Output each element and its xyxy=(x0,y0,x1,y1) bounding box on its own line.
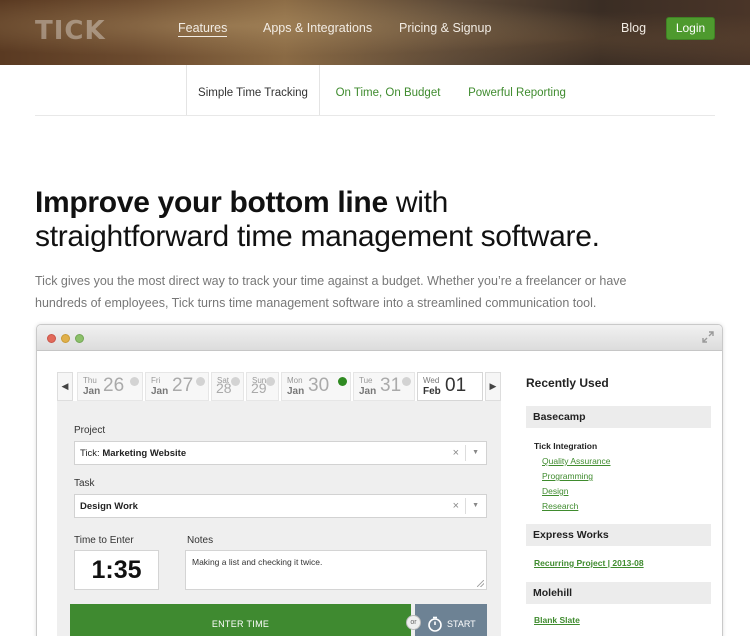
minimize-window-icon[interactable] xyxy=(61,334,70,343)
day-month: Jan xyxy=(287,386,305,397)
day-month: Feb xyxy=(423,386,441,397)
day-month: Jan xyxy=(83,386,101,397)
recent-link-design[interactable]: Design xyxy=(542,486,568,496)
project-name: Marketing Website xyxy=(102,448,187,459)
window-titlebar xyxy=(37,325,722,351)
tick-logo[interactable]: TICK xyxy=(35,16,106,46)
recent-link-blank-slate[interactable]: Blank Slate xyxy=(534,615,580,625)
project-select[interactable]: Tick: Marketing Website × ▼ xyxy=(74,441,487,465)
tab-powerful-reporting[interactable]: Powerful Reporting xyxy=(460,65,574,116)
recent-subgroup: Tick Integration xyxy=(534,441,598,451)
status-dot xyxy=(130,377,139,386)
recent-link-quality-assurance[interactable]: Quality Assurance xyxy=(542,456,611,466)
day-number: 01 xyxy=(445,375,467,396)
task-value: Design Work xyxy=(80,501,138,512)
day-wed-01[interactable]: Wed Feb 01 xyxy=(417,372,483,401)
login-button[interactable]: Login xyxy=(666,17,715,40)
notes-textarea[interactable]: Making a list and checking it twice. xyxy=(185,550,487,590)
status-dot-active xyxy=(338,377,347,386)
day-number: 27 xyxy=(172,375,194,396)
clear-icon[interactable]: × xyxy=(453,447,459,459)
day-thu-26[interactable]: Thu Jan 26 xyxy=(77,372,143,401)
day-tue-31[interactable]: Tue Jan 31 xyxy=(353,372,415,401)
day-number: 26 xyxy=(103,375,125,396)
title-line2: straightforward time management software… xyxy=(35,220,600,253)
day-number: 30 xyxy=(308,375,330,396)
day-dow: Mon xyxy=(287,376,303,385)
day-dow: Wed xyxy=(423,376,440,385)
status-dot xyxy=(196,377,205,386)
nav-blog[interactable]: Blog xyxy=(621,21,646,35)
app-window-preview: ◀ Thu Jan 26 Fri Jan 27 Sat 28 Sun 29 Mo… xyxy=(36,324,723,636)
enter-time-button[interactable]: ENTER TIME xyxy=(70,604,411,636)
start-timer-button[interactable]: START xyxy=(415,604,487,636)
notes-label: Notes xyxy=(187,535,214,546)
task-select[interactable]: Design Work × ▼ xyxy=(74,494,487,518)
time-label: Time to Enter xyxy=(74,535,134,546)
recent-link-research[interactable]: Research xyxy=(542,501,578,511)
day-number: 29 xyxy=(251,380,267,396)
tab-simple-time-tracking[interactable]: Simple Time Tracking xyxy=(186,65,320,116)
or-separator: or xyxy=(406,615,421,630)
prev-day-button[interactable]: ◀ xyxy=(57,372,73,401)
clear-icon[interactable]: × xyxy=(453,500,459,512)
project-label: Project xyxy=(74,425,106,436)
project-prefix: Tick: xyxy=(80,448,103,459)
start-label: START xyxy=(447,619,476,629)
day-fri-27[interactable]: Fri Jan 27 xyxy=(145,372,209,401)
stopwatch-icon xyxy=(428,616,442,632)
project-value: Tick: Marketing Website xyxy=(80,448,186,459)
day-mon-30[interactable]: Mon Jan 30 xyxy=(281,372,351,401)
task-label: Task xyxy=(74,478,95,489)
hero-description: Tick gives you the most direct way to tr… xyxy=(35,274,627,310)
day-dow: Fri xyxy=(151,376,161,385)
select-divider xyxy=(465,445,466,461)
site-header: TICK Features Apps & Integrations Pricin… xyxy=(0,0,750,65)
day-month: Jan xyxy=(359,386,377,397)
day-dow: Thu xyxy=(83,376,97,385)
close-window-icon[interactable] xyxy=(47,334,56,343)
day-dow: Tue xyxy=(359,376,373,385)
time-input[interactable]: 1:35 xyxy=(74,550,159,590)
day-sun-29[interactable]: Sun 29 xyxy=(246,372,279,401)
recent-group-molehill: Molehill xyxy=(526,582,711,604)
notes-value: Making a list and checking it twice. xyxy=(192,557,323,567)
nav-apps-integrations[interactable]: Apps & Integrations xyxy=(263,21,372,35)
select-divider xyxy=(465,498,466,514)
day-selector: ◀ Thu Jan 26 Fri Jan 27 Sat 28 Sun 29 Mo… xyxy=(57,372,501,401)
chevron-down-icon[interactable]: ▼ xyxy=(472,502,479,509)
zoom-window-icon[interactable] xyxy=(75,334,84,343)
nav-features[interactable]: Features xyxy=(178,21,228,37)
day-number: 31 xyxy=(380,375,402,396)
nav-pricing-signup[interactable]: Pricing & Signup xyxy=(399,21,491,35)
resize-handle-icon[interactable] xyxy=(477,580,484,587)
day-sat-28[interactable]: Sat 28 xyxy=(211,372,244,401)
tabs-divider xyxy=(35,115,715,116)
title-rest: with xyxy=(387,186,449,219)
time-entry-form: Project Tick: Marketing Website × ▼ Task… xyxy=(57,401,501,636)
status-dot xyxy=(266,377,275,386)
task-name: Design Work xyxy=(80,501,138,512)
tab-on-time-on-budget[interactable]: On Time, On Budget xyxy=(330,65,446,116)
expand-icon[interactable] xyxy=(702,331,714,343)
recent-group-basecamp: Basecamp xyxy=(526,406,711,428)
page-title: Improve your bottom line with straightfo… xyxy=(35,186,600,254)
recent-link-programming[interactable]: Programming xyxy=(542,471,593,481)
next-day-button[interactable]: ▶ xyxy=(485,372,501,401)
recently-used-title: Recently Used xyxy=(526,376,609,390)
recent-link-recurring-project[interactable]: Recurring Project | 2013-08 xyxy=(534,558,644,568)
day-month: Jan xyxy=(151,386,169,397)
day-number: 28 xyxy=(216,380,232,396)
chevron-down-icon[interactable]: ▼ xyxy=(472,449,479,456)
feature-tabs: Simple Time Tracking On Time, On Budget … xyxy=(0,65,750,116)
recent-group-express-works: Express Works xyxy=(526,524,711,546)
status-dot xyxy=(402,377,411,386)
status-dot xyxy=(231,377,240,386)
title-bold: Improve your bottom line xyxy=(35,186,388,219)
